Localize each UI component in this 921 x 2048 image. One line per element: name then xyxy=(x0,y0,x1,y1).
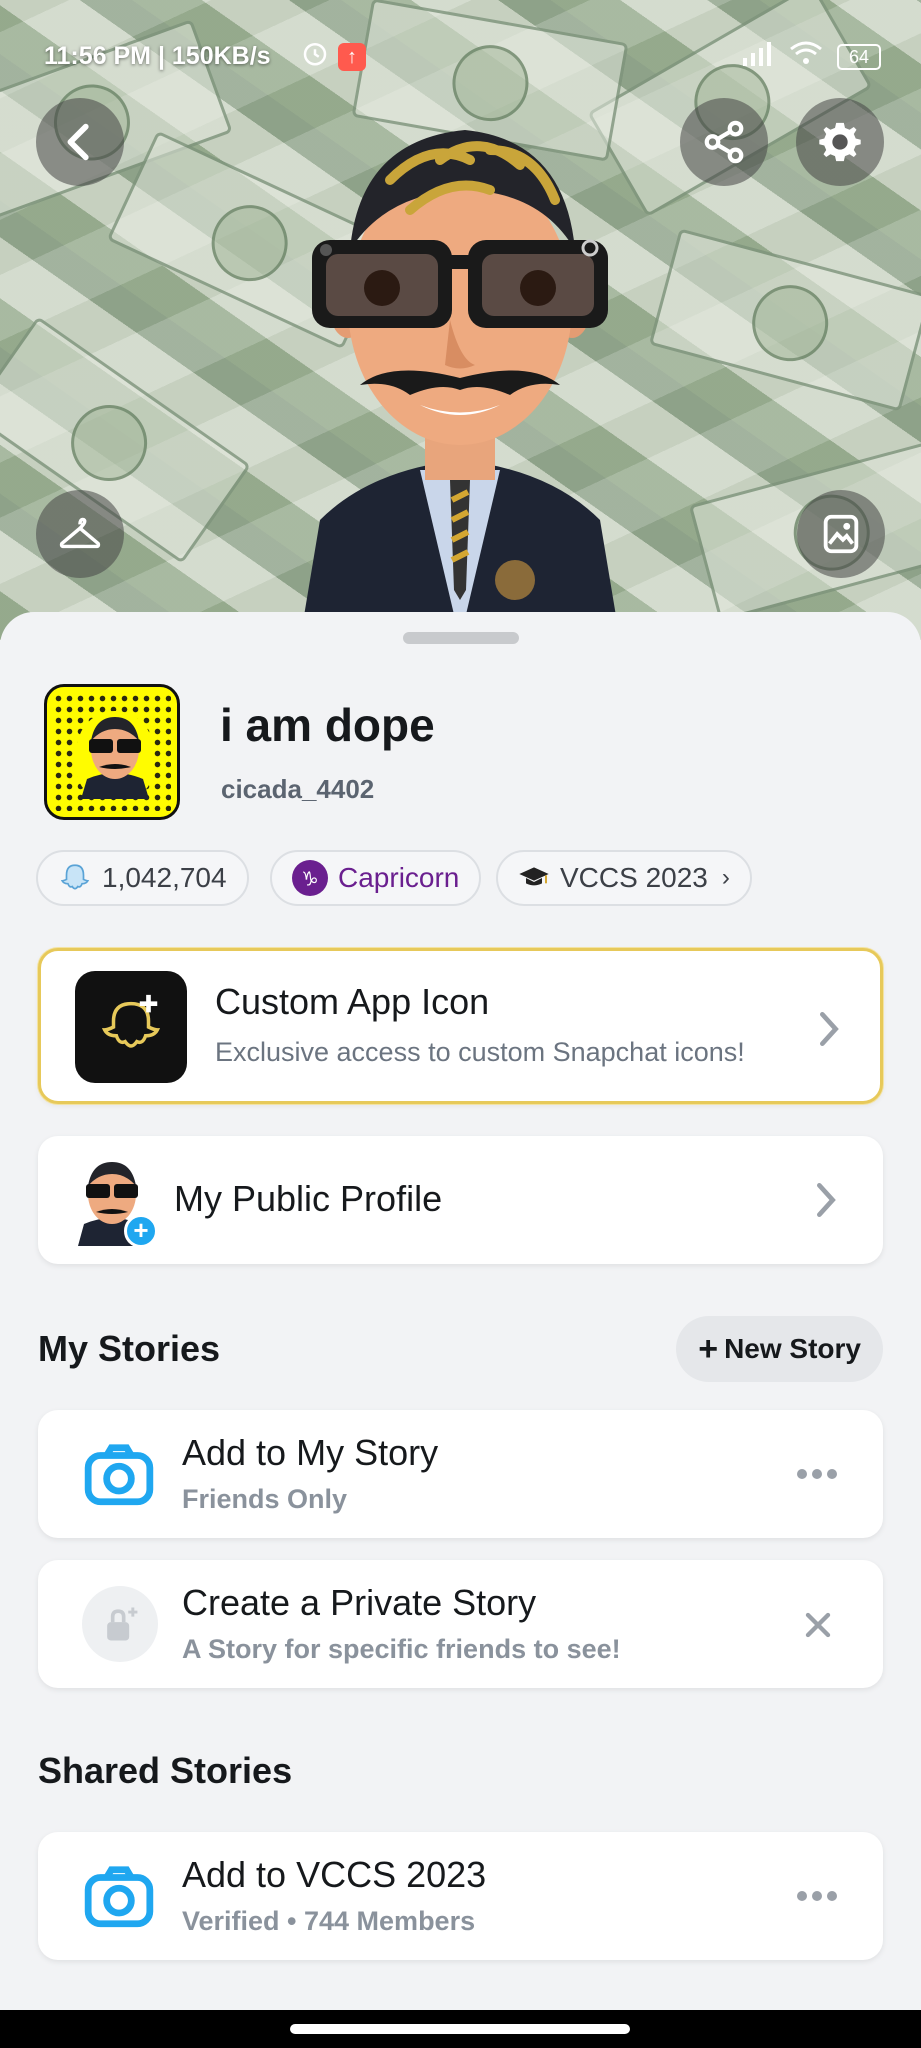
snapcode[interactable] xyxy=(44,684,180,820)
camera-icon xyxy=(84,1866,154,1928)
status-left-icons: ↑ xyxy=(300,38,366,75)
lock-plus-icon xyxy=(82,1586,158,1662)
gallery-icon xyxy=(823,514,859,554)
signal-icon xyxy=(741,40,775,73)
create-private-story-row[interactable]: Create a Private Story A Story for speci… xyxy=(38,1560,883,1688)
status-right-icons: 64 xyxy=(741,40,881,73)
zodiac-label: Capricorn xyxy=(338,862,460,893)
add-to-shared-story-row[interactable]: Add to VCCS 2023 Verified • 744 Members xyxy=(38,1832,883,1960)
snap-score-pill[interactable]: 1,042,704 xyxy=(36,850,249,906)
status-time: 11:56 PM | 150KB/s xyxy=(44,42,271,70)
my-stories-heading: My Stories xyxy=(38,1328,221,1369)
battery-indicator: 64 xyxy=(836,43,881,70)
status-bar: 11:56 PM | 150KB/s ↑ 64 xyxy=(0,0,921,110)
upload-icon: ↑ xyxy=(338,42,366,71)
display-name: i am dope xyxy=(220,699,435,751)
story-subtitle: Friends Only xyxy=(182,1484,348,1514)
plus-icon: + xyxy=(698,1330,719,1368)
more-dots-icon[interactable] xyxy=(795,1467,839,1481)
story-title: Add to My Story xyxy=(182,1432,439,1473)
custom-app-icon-card[interactable]: Custom App Icon Exclusive access to cust… xyxy=(38,948,883,1104)
ghost-icon xyxy=(58,861,92,895)
story-title: Create a Private Story xyxy=(182,1582,537,1623)
drag-handle[interactable] xyxy=(403,632,519,644)
username: cicada_4402 xyxy=(221,774,375,804)
school-label: VCCS 2023 xyxy=(560,862,708,893)
story-title: Add to VCCS 2023 xyxy=(182,1854,487,1895)
new-story-button[interactable]: + New Story xyxy=(676,1316,883,1382)
public-profile-card[interactable]: + My Public Profile xyxy=(38,1136,883,1264)
add-to-my-story-row[interactable]: Add to My Story Friends Only xyxy=(38,1410,883,1538)
back-button[interactable] xyxy=(36,98,124,186)
custom-app-icon-title: Custom App Icon xyxy=(215,981,490,1022)
shared-stories-heading: Shared Stories xyxy=(38,1750,293,1791)
snapchat-ghost-app-icon xyxy=(75,971,187,1083)
svg-text:♑: ♑ xyxy=(301,868,318,891)
background-button[interactable] xyxy=(797,490,885,578)
chevron-right-icon: › xyxy=(721,864,730,891)
close-x-icon[interactable] xyxy=(803,1610,833,1640)
navigation-bar xyxy=(0,2010,921,2048)
new-story-label: New Story xyxy=(724,1333,861,1364)
outfit-button[interactable] xyxy=(36,490,124,578)
public-profile-avatar: + xyxy=(72,1158,158,1248)
chevron-right-icon xyxy=(816,1183,836,1217)
public-profile-title: My Public Profile xyxy=(174,1178,443,1219)
school-pill[interactable]: VCCS 2023 › xyxy=(496,850,752,906)
capricorn-icon: ♑ xyxy=(292,860,328,896)
hanger-icon xyxy=(59,517,101,549)
settings-gear-icon xyxy=(819,122,861,162)
plus-icon: + xyxy=(124,1214,158,1248)
story-subtitle: Verified • 744 Members xyxy=(182,1906,476,1936)
share-icon xyxy=(704,120,744,164)
wifi-icon xyxy=(789,40,823,73)
share-button[interactable] xyxy=(680,98,768,186)
settings-button[interactable] xyxy=(796,98,884,186)
snap-score: 1,042,704 xyxy=(102,862,227,893)
chevron-right-icon xyxy=(819,1012,839,1046)
custom-app-icon-subtitle: Exclusive access to custom Snapchat icon… xyxy=(215,1037,745,1067)
back-arrow-icon xyxy=(67,123,89,161)
money-bill-decoration xyxy=(648,228,921,412)
bitmoji-avatar[interactable] xyxy=(290,120,630,640)
alarm-icon xyxy=(300,38,330,75)
story-subtitle: A Story for specific friends to see! xyxy=(182,1634,621,1664)
graduation-cap-icon xyxy=(518,864,550,892)
home-indicator[interactable] xyxy=(290,2024,630,2034)
zodiac-pill[interactable]: ♑ Capricorn xyxy=(270,850,482,906)
profile-sheet: i am dope cicada_4402 1,042,704 ♑ Capric… xyxy=(0,612,921,2012)
more-dots-icon[interactable] xyxy=(795,1889,839,1903)
snapcode-bitmoji xyxy=(77,711,153,799)
camera-icon xyxy=(84,1444,154,1506)
